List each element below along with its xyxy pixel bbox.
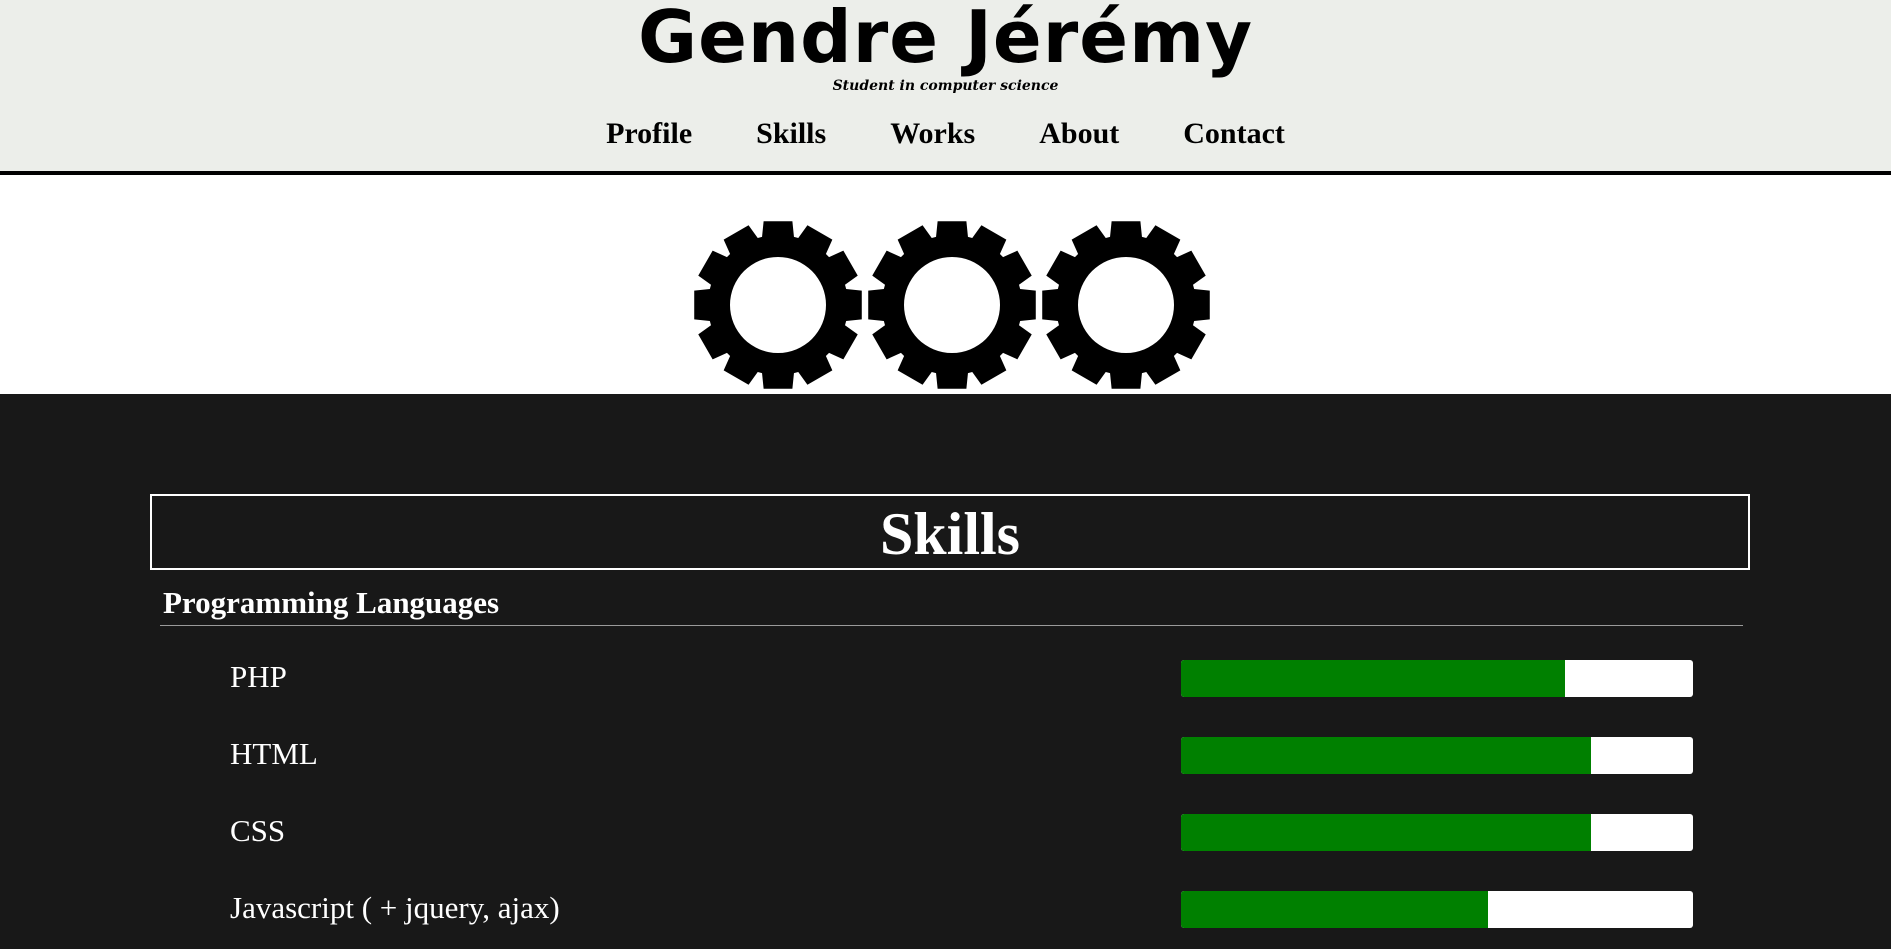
skill-name: Javascript ( + jquery, ajax) <box>230 890 560 925</box>
nav-item-works[interactable]: Works <box>858 114 1007 154</box>
skill-bar-fill <box>1181 737 1591 774</box>
skill-bar-fill <box>1181 660 1565 697</box>
nav-item-skills[interactable]: Skills <box>724 114 858 154</box>
skills-title-box: Skills <box>150 494 1750 570</box>
category-title: Programming Languages <box>163 585 500 620</box>
skill-bar <box>1181 891 1693 928</box>
gear-icon <box>868 221 1036 389</box>
skill-bar <box>1181 660 1693 697</box>
skill-row-css: CSS <box>0 811 1891 851</box>
gear-icon <box>694 221 862 389</box>
skill-bar-fill <box>1181 814 1591 851</box>
skill-row-html: HTML <box>0 734 1891 774</box>
category-divider <box>160 625 1743 626</box>
skill-name: PHP <box>230 659 287 694</box>
skill-row-javascript: Javascript ( + jquery, ajax) <box>0 888 1891 928</box>
skill-bar <box>1181 814 1693 851</box>
nav-item-profile[interactable]: Profile <box>574 114 724 154</box>
gears-banner <box>692 219 1212 391</box>
site-header: Gendre Jérémy Student in computer scienc… <box>0 0 1891 175</box>
skill-name: HTML <box>230 736 318 771</box>
skill-name: CSS <box>230 813 286 848</box>
site-title: Gendre Jérémy <box>637 0 1254 79</box>
skills-title: Skills <box>879 501 1021 567</box>
main-nav: Profile Skills Works About Contact <box>0 114 1891 154</box>
nav-item-about[interactable]: About <box>1007 114 1151 154</box>
skill-bar-fill <box>1181 891 1489 928</box>
nav-item-contact[interactable]: Contact <box>1151 114 1317 154</box>
skill-row-php: PHP <box>0 657 1891 697</box>
gear-icon <box>1042 221 1210 389</box>
skill-bar <box>1181 737 1693 774</box>
site-subtitle: Student in computer science <box>832 78 1059 94</box>
